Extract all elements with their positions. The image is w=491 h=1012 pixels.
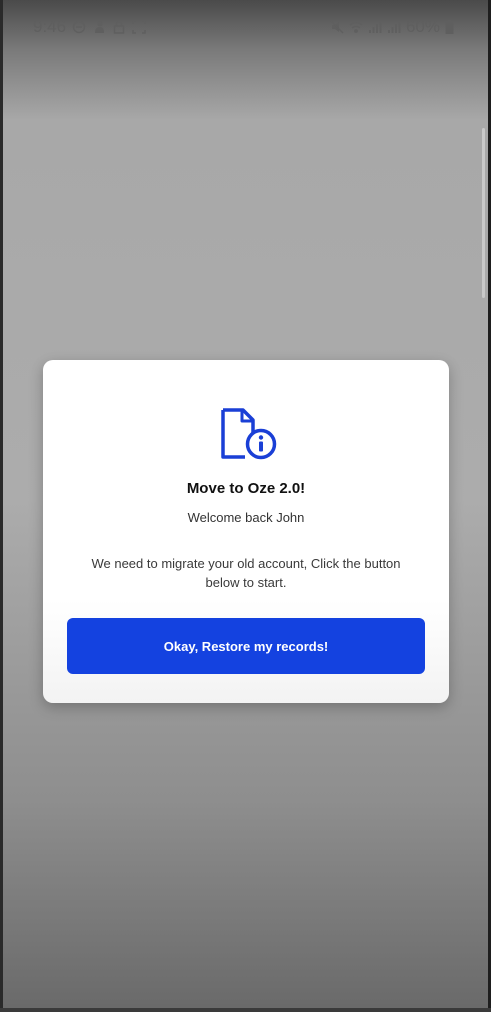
mute-icon: [330, 20, 344, 34]
status-bar: 9:46 60%: [3, 0, 488, 56]
screenshot-icon: [132, 20, 146, 34]
dialog-title: Move to Oze 2.0!: [186, 480, 306, 497]
lock-icon: [112, 20, 126, 34]
battery-icon: [445, 20, 454, 34]
screen-bottom-edge: [0, 1008, 491, 1012]
restore-records-button[interactable]: Okay, Restore my records!: [67, 618, 425, 674]
scroll-indicator: [482, 128, 485, 298]
battery-percent: 60%: [405, 17, 440, 36]
status-time: 9:46: [33, 17, 67, 36]
signal-icon: [387, 20, 401, 34]
notification-icon: [92, 20, 106, 34]
app-screen: 9:46 60% Move to Oze 2.0! Welcome back J…: [3, 0, 488, 1008]
migration-dialog: Move to Oze 2.0! Welcome back John We ne…: [43, 360, 449, 703]
dialog-message: We need to migrate your old account, Cli…: [91, 556, 401, 590]
dialog-subtitle: Welcome back John: [187, 510, 305, 525]
minus-circle-icon: [72, 20, 86, 34]
signal-icon: [368, 20, 382, 34]
status-left: 9:46: [33, 17, 146, 37]
wifi-icon: [349, 20, 363, 34]
file-info-icon: [217, 406, 277, 462]
status-right: 60%: [330, 17, 454, 37]
